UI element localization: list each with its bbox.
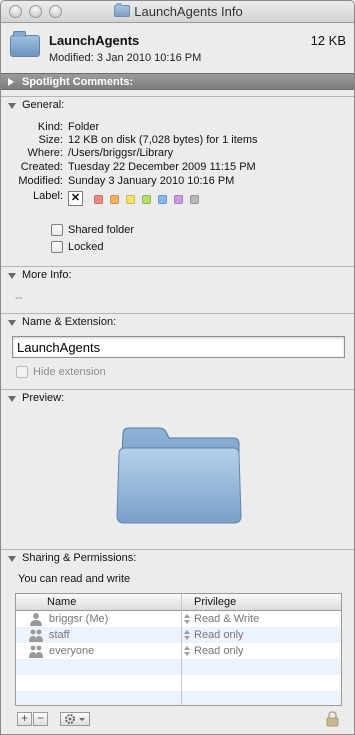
remove-user-button[interactable]: − [33, 712, 48, 726]
table-row[interactable]: staff Read only [16, 627, 341, 643]
table-row [16, 659, 341, 675]
item-size: 12 KB [310, 33, 346, 48]
more-info-value: -- [15, 292, 23, 304]
section-label: General: [22, 99, 65, 111]
disclosure-down-icon[interactable] [8, 320, 16, 326]
user-privilege[interactable]: Read & Write [194, 613, 259, 625]
user-privilege[interactable]: Read only [194, 629, 244, 641]
label-label: Label: [33, 190, 63, 202]
size-label: Size: [38, 134, 63, 146]
size-value: 12 KB on disk (7,028 bytes) for 1 items [68, 134, 258, 146]
folder-icon [114, 3, 131, 17]
user-name: everyone [49, 645, 95, 657]
label-color-swatch[interactable] [110, 195, 119, 204]
section-label: Sharing & Permissions: [22, 552, 137, 564]
disclosure-down-icon[interactable] [8, 103, 16, 109]
where-label: Where: [27, 147, 63, 159]
created-label: Created: [20, 161, 63, 173]
lock-icon[interactable] [326, 711, 339, 727]
add-user-button[interactable]: + [17, 712, 32, 726]
modified-label: Modified: [18, 175, 63, 187]
label-color-swatch[interactable] [158, 195, 167, 204]
table-row [16, 675, 341, 691]
modified-value: Sunday 3 January 2010 10:16 PM [68, 175, 235, 187]
section-more-info[interactable]: More Info: [1, 266, 354, 283]
folder-icon [10, 31, 40, 57]
disclosure-down-icon[interactable] [8, 396, 16, 402]
user-name: staff [49, 629, 70, 641]
column-header-privilege[interactable]: Privilege [194, 596, 236, 608]
column-divider [181, 594, 182, 705]
kind-value: Folder [68, 121, 100, 133]
column-header-name[interactable]: Name [47, 596, 76, 608]
label-color-swatch[interactable] [174, 195, 183, 204]
kind-label: Kind: [37, 121, 63, 133]
label-color-swatch[interactable] [190, 195, 199, 204]
table-row [16, 691, 341, 705]
item-name: LaunchAgents [49, 33, 140, 48]
section-sharing-permissions[interactable]: Sharing & Permissions: [1, 549, 354, 566]
disclosure-down-icon[interactable] [8, 556, 16, 562]
table-row[interactable]: briggsr (Me) Read & Write [16, 611, 341, 627]
where-value: /Users/briggsr/Library [68, 147, 174, 159]
user-icon [30, 613, 42, 626]
hide-extension-checkbox[interactable] [16, 366, 28, 378]
permission-summary: You can read and write [18, 573, 131, 585]
user-name: briggsr (Me) [49, 613, 109, 625]
disclosure-right-icon[interactable] [8, 78, 14, 86]
disclosure-down-icon[interactable] [8, 273, 16, 279]
window-title-group: LaunchAgents Info [1, 3, 354, 19]
section-spotlight-comments[interactable]: Spotlight Comments: [1, 73, 354, 90]
locked-checkbox[interactable] [51, 241, 63, 253]
name-input[interactable] [12, 336, 345, 358]
created-value: Tuesday 22 December 2009 11:15 PM [68, 161, 256, 173]
info-window: LaunchAgents Info LaunchAgents 12 KB Mod… [0, 0, 355, 735]
shared-folder-checkbox[interactable] [51, 224, 63, 236]
item-modified: Modified: 3 Jan 2010 10:16 PM [49, 52, 202, 64]
title-bar[interactable]: LaunchAgents Info [1, 1, 354, 23]
section-preview[interactable]: Preview: [1, 389, 354, 406]
label-color-swatch[interactable] [126, 195, 135, 204]
section-label: Preview: [22, 392, 65, 404]
action-menu-button[interactable] [60, 712, 90, 726]
gear-icon [65, 714, 85, 724]
section-name-extension[interactable]: Name & Extension: [1, 313, 354, 330]
window-title: LaunchAgents Info [134, 4, 243, 19]
locked-label: Locked [68, 241, 104, 253]
permissions-table: Name Privilege briggsr (Me) Read & Write… [15, 593, 342, 706]
section-label: Spotlight Comments: [22, 76, 134, 88]
section-general[interactable]: General: [1, 96, 354, 113]
label-color-swatch[interactable] [142, 195, 151, 204]
group-icon [29, 645, 43, 658]
table-header: Name Privilege [16, 594, 341, 611]
privilege-stepper-icon[interactable] [184, 646, 190, 656]
group-icon [29, 629, 43, 642]
section-label: Name & Extension: [22, 316, 117, 328]
user-privilege[interactable]: Read only [194, 645, 244, 657]
hide-extension-label: Hide extension [33, 366, 106, 378]
label-none-button[interactable]: ✕ [68, 191, 83, 206]
section-label: More Info: [22, 269, 72, 281]
privilege-stepper-icon[interactable] [184, 614, 190, 624]
folder-preview-icon [116, 427, 242, 524]
table-row[interactable]: everyone Read only [16, 643, 341, 659]
shared-folder-label: Shared folder [68, 224, 135, 236]
label-color-swatch[interactable] [94, 195, 103, 204]
privilege-stepper-icon[interactable] [184, 630, 190, 640]
